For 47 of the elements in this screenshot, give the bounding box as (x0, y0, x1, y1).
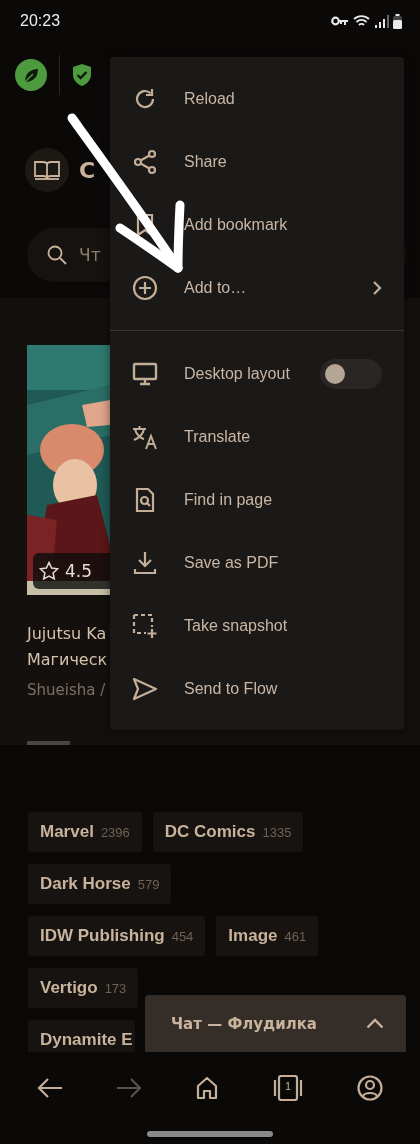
tabs-button[interactable]: 1 (266, 1069, 311, 1107)
publisher-text: Shueisha / (27, 681, 106, 699)
translate-icon (132, 423, 158, 450)
wifi-icon (353, 14, 371, 28)
battery-icon (393, 13, 402, 29)
toggle-switch[interactable] (320, 358, 382, 389)
publisher-tag[interactable]: Dynamite E (28, 1020, 135, 1052)
publisher-tag[interactable]: Image 461 (216, 916, 319, 956)
menu-item[interactable]: Save as PDF (110, 531, 404, 594)
publisher-tag[interactable]: IDW Publishing 454 (28, 916, 206, 956)
menu-item[interactable]: Add to… (110, 256, 404, 319)
star-icon (39, 561, 59, 581)
search-icon (47, 245, 67, 265)
chevron-up-icon (366, 1018, 384, 1029)
snapshot-icon (132, 612, 158, 639)
menu-item[interactable]: Translate (110, 405, 404, 468)
comic-title[interactable]: Магическ (27, 647, 108, 673)
download-icon (132, 549, 158, 576)
menu-item[interactable]: Desktop layout (110, 342, 404, 405)
menu-item[interactable]: Send to Flow (110, 657, 404, 720)
shield-icon[interactable] (72, 63, 92, 87)
publisher-tag[interactable]: DC Comics 1335 (152, 812, 304, 852)
left-arrow-icon (36, 1077, 63, 1099)
desktop-icon (132, 360, 158, 387)
publisher-tag[interactable]: Dark Horse 579 (28, 864, 172, 904)
add-icon (132, 274, 158, 301)
send-icon (132, 675, 158, 702)
menu-item[interactable]: Find in page (110, 468, 404, 531)
rating-badge: 4.5 (33, 553, 110, 589)
menu-item[interactable]: Reload (110, 67, 404, 130)
page-title: C (79, 157, 96, 183)
right-arrow-icon (115, 1077, 142, 1099)
leaf-icon[interactable] (15, 59, 47, 91)
share-icon (132, 148, 158, 175)
signal-icon (375, 14, 389, 28)
status-time: 20:23 (20, 12, 61, 30)
menu-item[interactable]: Take snapshot (110, 594, 404, 657)
menu-item[interactable]: Add bookmark (110, 193, 404, 256)
chevron-right-icon (372, 279, 382, 296)
chat-bar[interactable]: Чат — Флудилка (145, 995, 406, 1052)
comic-title[interactable]: Jujutsu Ka (27, 621, 107, 647)
menu-item[interactable]: Share (110, 130, 404, 193)
scroll-indicator (27, 741, 70, 745)
book-icon (25, 148, 69, 192)
publisher-tag[interactable]: Marvel 2396 (28, 812, 142, 852)
key-icon (331, 16, 349, 26)
publisher-tag[interactable]: Vertigo 173 (28, 968, 139, 1008)
